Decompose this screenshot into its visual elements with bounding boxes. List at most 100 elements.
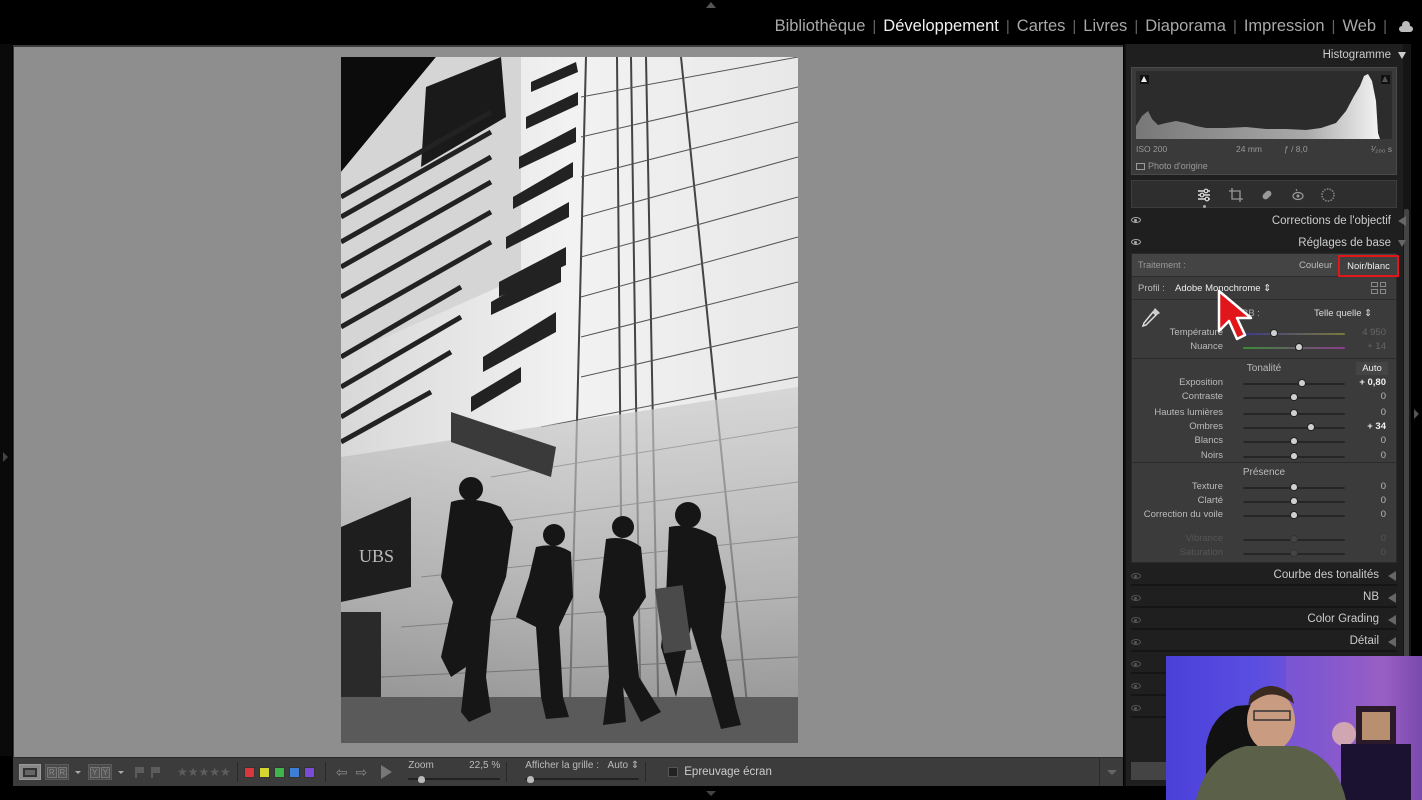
lens-corrections-header[interactable]: Corrections de l'objectif [1272, 215, 1406, 227]
slider-texture[interactable]: Texture 0 [1132, 481, 1396, 495]
eye-icon[interactable] [1131, 217, 1141, 223]
slider-value[interactable]: 0 [1381, 391, 1386, 402]
histogram-header[interactable]: Histogramme [1323, 49, 1406, 61]
before-after-dropdown[interactable] [75, 770, 81, 774]
previous-arrow-icon[interactable]: ⇦ [336, 764, 348, 781]
slider-value[interactable]: + 14 [1367, 341, 1386, 352]
slider-value[interactable]: + 0,80 [1359, 377, 1386, 388]
loupe-view-button[interactable] [19, 764, 41, 780]
slideshow-play-icon[interactable] [381, 765, 393, 779]
slider-value[interactable]: 0 [1381, 533, 1386, 544]
filmstrip-toggle[interactable] [706, 791, 716, 796]
toolbar-menu-button[interactable] [1099, 758, 1123, 786]
before-after-button[interactable]: RR [45, 764, 69, 780]
slider-thumb[interactable] [1290, 535, 1298, 543]
eye-icon[interactable] [1131, 639, 1141, 645]
slider-ombres[interactable]: Ombres + 34 [1132, 421, 1396, 435]
histogram[interactable]: ISO 200 24 mm ƒ / 8,0 ¹⁄₂₀₀ s Photo d'or… [1131, 67, 1397, 175]
slider-track[interactable] [1243, 333, 1345, 335]
slider-value[interactable]: 0 [1381, 450, 1386, 461]
crop-icon[interactable] [1228, 187, 1244, 203]
color-label-yellow[interactable] [258, 766, 270, 778]
profile-browser-grid-icon[interactable] [1371, 282, 1386, 294]
softproof-checkbox[interactable] [668, 767, 679, 777]
slider-thumb[interactable] [1290, 408, 1298, 417]
color-label-blue[interactable] [288, 766, 300, 778]
auto-tone-button[interactable]: Auto [1356, 362, 1388, 375]
module-web[interactable]: Web [1340, 17, 1378, 36]
slider-value[interactable]: 0 [1381, 407, 1386, 418]
slider-blancs[interactable]: Blancs 0 [1132, 435, 1396, 449]
color-label-purple[interactable] [303, 766, 315, 778]
slider-thumb[interactable] [1290, 511, 1298, 519]
slider-contraste[interactable]: Contraste 0 [1132, 391, 1396, 405]
healing-icon[interactable] [1259, 187, 1275, 203]
split-dropdown[interactable] [118, 770, 124, 774]
slider-track[interactable] [1243, 383, 1345, 385]
detail-section[interactable]: Détail [1131, 632, 1397, 652]
reject-flag-icon[interactable] [150, 766, 160, 778]
pick-flag-icon[interactable] [134, 766, 144, 778]
slider-thumb[interactable] [1290, 437, 1298, 446]
before-after-split-button[interactable]: YY [88, 764, 112, 780]
slider-value[interactable]: 0 [1381, 509, 1386, 520]
slider-value[interactable]: + 34 [1367, 421, 1386, 432]
eye-icon[interactable] [1131, 661, 1141, 667]
original-photo-toggle[interactable]: Photo d'origine [1136, 161, 1208, 171]
slider-saturation[interactable]: Saturation 0 [1132, 547, 1396, 561]
eye-icon[interactable] [1131, 239, 1141, 245]
right-panel-toggle[interactable] [1414, 409, 1419, 419]
slider-value[interactable]: 0 [1381, 435, 1386, 446]
slider-value[interactable]: 4 950 [1362, 327, 1386, 338]
slider-tint[interactable]: Nuance + 14 [1132, 341, 1396, 355]
eye-icon[interactable] [1131, 573, 1141, 579]
module-map[interactable]: Cartes [1015, 17, 1068, 36]
eye-icon[interactable] [1131, 683, 1141, 689]
slider-track[interactable] [1243, 347, 1345, 349]
treatment-bw-button[interactable]: Noir/blanc [1338, 255, 1399, 277]
masking-icon[interactable] [1320, 187, 1336, 203]
previous-settings-button[interactable] [1131, 762, 1171, 780]
slider-vibrance[interactable]: Vibrance 0 [1132, 533, 1396, 547]
eye-icon[interactable] [1131, 705, 1141, 711]
module-library[interactable]: Bibliothèque [773, 17, 868, 36]
zoom-thumb[interactable] [418, 776, 426, 783]
slider-thumb[interactable] [1298, 379, 1307, 387]
slider-thumb[interactable] [1295, 343, 1304, 351]
module-slideshow[interactable]: Diaporama [1143, 17, 1228, 36]
basic-panel-header[interactable]: Réglages de base [1298, 237, 1406, 249]
eyedropper-icon[interactable] [1139, 305, 1163, 329]
slider-thumb[interactable] [1307, 422, 1316, 431]
next-arrow-icon[interactable]: ⇨ [356, 764, 368, 781]
slider-thumb[interactable] [1290, 549, 1298, 557]
photo-preview[interactable]: UBS [341, 57, 798, 743]
left-panel-toggle[interactable] [3, 452, 8, 462]
profile-select[interactable]: Adobe Monochrome ⇕ [1175, 283, 1271, 294]
cloud-icon[interactable] [1396, 21, 1414, 32]
color-grading-section[interactable]: Color Grading [1131, 610, 1397, 630]
wb-select[interactable]: Telle quelle ⇕ [1314, 308, 1372, 319]
star-rating[interactable]: ★★★★★ [177, 765, 231, 779]
slider-hautes-lumières[interactable]: Hautes lumières 0 [1132, 407, 1396, 421]
grid-overlay-control[interactable]: Afficher la grille : Auto ⇕ [525, 760, 640, 784]
slider-thumb[interactable] [1269, 329, 1278, 337]
slider-value[interactable]: 0 [1381, 481, 1386, 492]
slider-thumb[interactable] [1290, 451, 1298, 460]
module-book[interactable]: Livres [1081, 17, 1129, 36]
grid-track[interactable] [525, 778, 640, 780]
slider-thumb[interactable] [1290, 393, 1298, 402]
eye-icon[interactable] [1131, 595, 1141, 601]
tone-curve-section[interactable]: Courbe des tonalités [1131, 566, 1397, 586]
slider-clarté[interactable]: Clarté 0 [1132, 495, 1396, 509]
slider-exposition[interactable]: Exposition + 0,80 [1132, 377, 1396, 391]
shadow-clipping-toggle[interactable] [1140, 75, 1149, 84]
slider-track[interactable] [1243, 426, 1345, 429]
grid-value-select[interactable]: Auto ⇕ [608, 760, 640, 771]
top-panel-toggle[interactable] [706, 2, 716, 8]
scrollbar-thumb[interactable] [1404, 209, 1409, 669]
color-label-green[interactable] [273, 766, 285, 778]
slider-value[interactable]: 0 [1381, 495, 1386, 506]
highlight-clipping-toggle[interactable] [1381, 75, 1390, 84]
module-print[interactable]: Impression [1242, 17, 1327, 36]
module-develop[interactable]: Développement [881, 17, 1001, 36]
